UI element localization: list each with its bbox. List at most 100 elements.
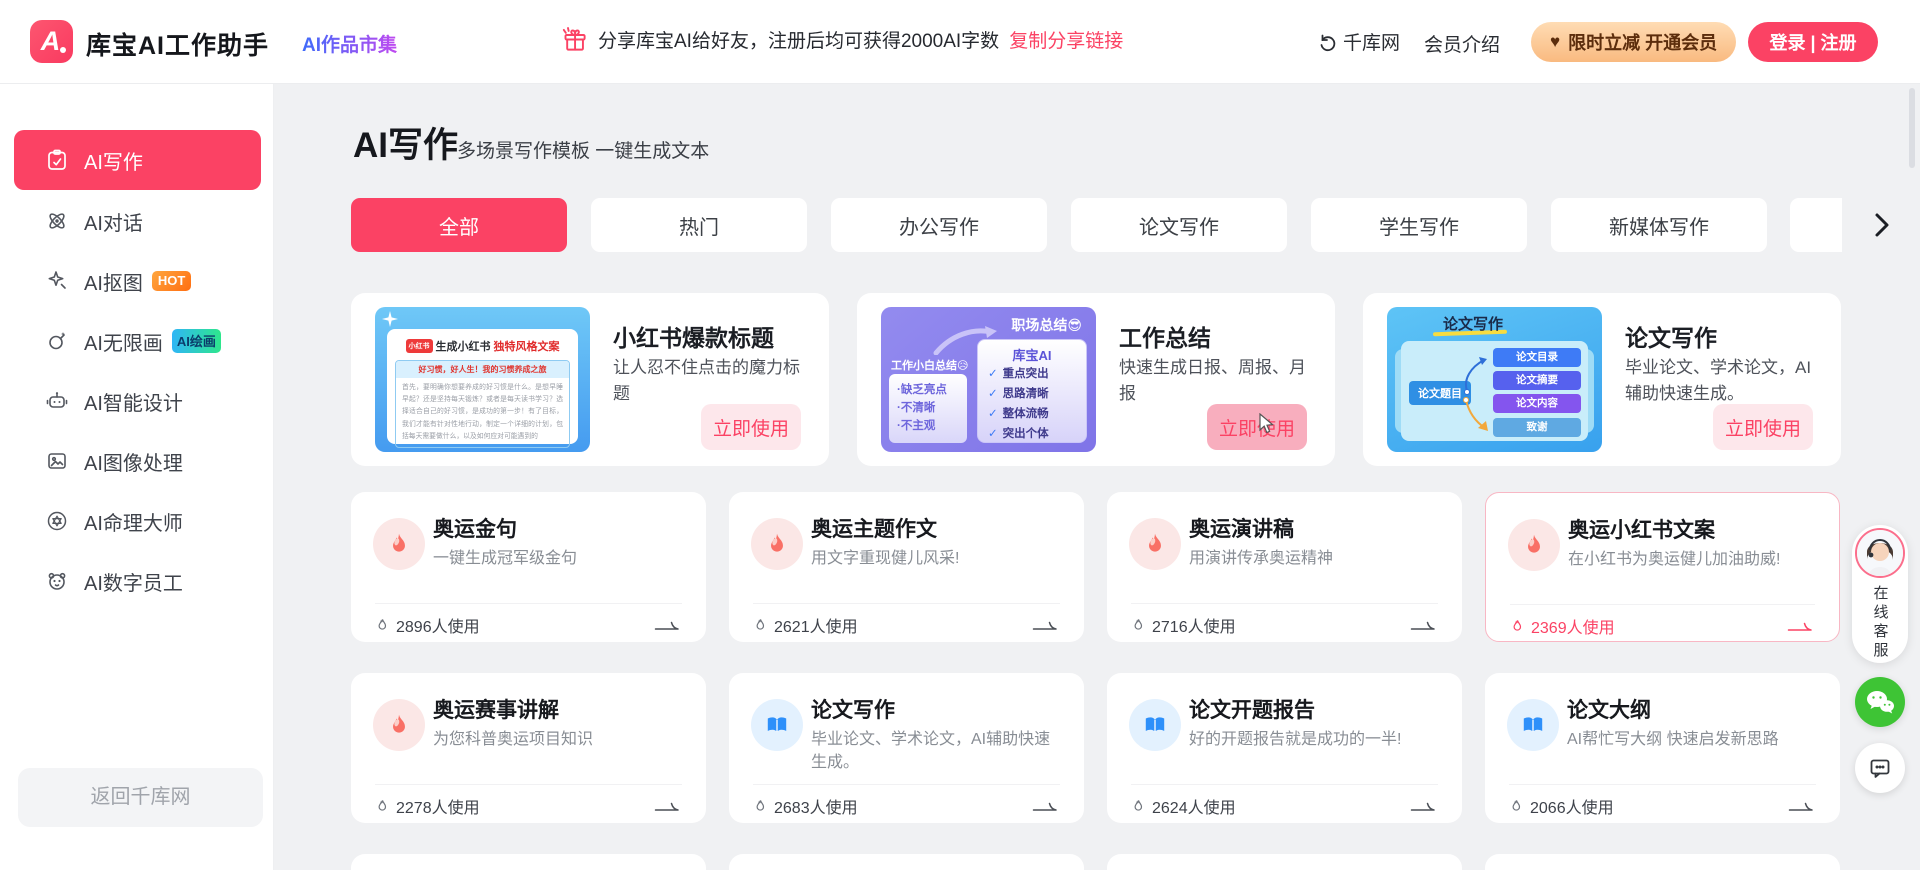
online-service-label: 在线客服 [1871,585,1889,661]
card-desc: 用文字重现健儿风采! [811,550,960,567]
sidebar-item-ai-image-processing[interactable]: AI图像处理 [14,431,261,491]
card-desc: 毕业论文、学术论文，AI辅助快速生成。 [811,731,1051,772]
magic-star-icon [45,269,69,293]
sidebar-item-ai-digital-employee[interactable]: AI数字员工 [14,551,261,611]
arrow-icon [1787,620,1815,633]
use-now-button[interactable]: 立即使用 [1713,404,1813,450]
thesis-node: 论文内容 [1493,394,1581,413]
usage-count: 2896人使用 [396,619,480,636]
card-desc: 为您科普奥运项目知识 [433,731,594,748]
featured-card-thesis-writing[interactable]: 论文写作 论文题目 论文目录 论文摘要 论文内容 致谢 论文写作 毕业论文、学术… [1363,293,1841,466]
mouse-cursor-icon [1258,413,1275,435]
sidebar-label: AI智能设计 [84,392,183,415]
blue-curve-arrow-icon [1461,353,1489,395]
template-card-olympic-xiaohongshu[interactable]: 奥运小红书文案 在小红书为奥运健儿加油助威! 2369人使用 [1485,492,1840,642]
promo-banner: 分享库宝AI给好友，注册后均可获得2000AI字数 复制分享链接 [561,26,1123,53]
scrollbar-thumb[interactable] [1909,88,1915,168]
thumb-heading: 生成小红书 [435,341,491,353]
feedback-message-button[interactable] [1855,743,1905,793]
sidebar-label: AI对话 [84,212,143,235]
usage-flame-icon [1131,618,1146,633]
template-card-partial[interactable] [351,854,706,870]
divider [1510,604,1815,605]
card-title: 论文开题报告 [1189,699,1315,722]
thumb-heading-accent: 独特风格文案 [493,341,560,353]
tab-all[interactable]: 全部 [351,198,567,252]
featured-desc: 让人忍不住点击的魔力标题 [613,358,800,404]
tabs-next-chevron-icon[interactable] [1872,212,1892,238]
template-card-partial[interactable] [729,854,1084,870]
featured-thumbnail: 小红书 生成小红书 独特风格文案 好习惯，好人生！我的习惯养成之旅 首先，要明确… [375,307,590,452]
arrow-icon [1410,800,1438,813]
book-icon [1129,699,1181,751]
thumb-inner-card: 小红书 生成小红书 独特风格文案 好习惯，好人生！我的习惯养成之旅 首先，要明确… [387,329,578,449]
arrow-icon [1788,800,1816,813]
gift-icon [561,26,588,53]
sidebar-label: AI图像处理 [84,452,183,475]
usage-count: 2278人使用 [396,800,480,817]
template-card-thesis-proposal[interactable]: 论文开题报告 好的开题报告就是成功的一半! 2624人使用 [1107,673,1462,823]
app-title: 库宝AI工作助手 [86,32,270,60]
template-card-olympic-essay[interactable]: 奥运主题作文 用文字重现健儿风采! 2621人使用 [729,492,1084,642]
divider [1131,603,1438,604]
template-card-olympic-commentary[interactable]: 奥运赛事讲解 为您科普奥运项目知识 2278人使用 [351,673,706,823]
tab-thesis[interactable]: 论文写作 [1071,198,1287,252]
app-logo[interactable]: A [30,20,73,63]
card-title: 奥运小红书文案 [1568,519,1715,542]
thumb-right-box: 库宝AI ✓ 重点突出 ✓ 思路清晰 ✓ 整体流畅 ✓ 突出个体 [977,339,1087,443]
featured-card-work-summary[interactable]: 职场总结😎 工作小白总结😥 ·缺乏亮点 ·不清晰 ·不主观 库宝AI ✓ 重点突出… [857,293,1335,466]
page-title: AI写作 [353,126,459,165]
tab-hot[interactable]: 热门 [591,198,807,252]
open-membership-button[interactable]: ♥ 限时立减 开通会员 [1531,22,1737,62]
sidebar-item-ai-writing[interactable]: AI写作 [14,130,261,190]
nav-qianku-site[interactable]: 千库网 [1318,28,1400,55]
sidebar-item-ai-fortune-master[interactable]: AI命理大师 [14,491,261,551]
back-to-qianku-button[interactable]: 返回千库网 [18,768,263,827]
featured-desc: 毕业论文、学术论文，AI 辅助快速生成。 [1625,358,1812,404]
use-now-button-hovered[interactable]: 立即使用 [1207,404,1307,450]
left-item: ·不清晰 [897,402,936,414]
login-register-button[interactable]: 登录 | 注册 [1748,22,1878,62]
sidebar-item-ai-smart-design[interactable]: AI智能设计 [14,371,261,431]
hot-badge: HOT [151,271,192,291]
tab-new-media[interactable]: 新媒体写作 [1551,198,1767,252]
usage-flame-icon [753,799,768,814]
template-card-partial[interactable] [1107,854,1462,870]
use-now-button[interactable]: 立即使用 [701,404,801,450]
sidebar-item-ai-unlimited-draw[interactable]: AI无限画 AI绘画 [14,311,261,371]
template-card-olympic-speech[interactable]: 奥运演讲稿 用演讲传承奥运精神 2716人使用 [1107,492,1462,642]
check-icon: ✓ [988,368,998,380]
usage-count: 2369人使用 [1531,620,1615,637]
card-title: 论文写作 [811,699,895,722]
template-card-partial[interactable] [1485,854,1840,870]
atom-icon [45,209,69,233]
featured-card-xiaohongshu-title[interactable]: 小红书 生成小红书 独特风格文案 好习惯，好人生！我的习惯养成之旅 首先，要明确… [351,293,829,466]
market-link[interactable]: AI作品市集 [302,30,397,57]
online-service-widget[interactable]: 在线客服 [1852,525,1908,663]
tab-student[interactable]: 学生写作 [1311,198,1527,252]
divider [753,603,1060,604]
template-card-thesis-writing[interactable]: 论文写作 毕业论文、学术论文，AI辅助快速生成。 2683人使用 [729,673,1084,823]
template-card-olympic-quotes[interactable]: 奥运金句 一键生成冠军级金句 2896人使用 [351,492,706,642]
sidebar-item-ai-cutout[interactable]: AI抠图 HOT [14,251,261,311]
card-title: 论文大纲 [1567,699,1651,722]
arrow-icon [1032,800,1060,813]
nav-qianku-label: 千库网 [1343,33,1401,54]
thumb-body-text: 首先，要明确你想要养成的好习惯是什么。是想早睡早起？还是坚持每天锻炼？或者是每天… [402,384,563,440]
featured-title: 工作总结 [1119,325,1211,351]
template-card-thesis-outline[interactable]: 论文大纲 AI帮忙写大纲 快速启发新思路 2066人使用 [1485,673,1840,823]
right-item: 思路清晰 [1002,388,1049,400]
wechat-button[interactable] [1855,677,1905,727]
card-desc: 用演讲传承奥运精神 [1189,550,1334,567]
sidebar: AI写作 AI对话 AI抠图 HOT AI无限画 AI绘画 AI智能设计 AI图… [0,84,274,870]
tab-partial[interactable] [1790,198,1842,252]
use-now-label: 立即使用 [1218,418,1295,440]
tab-office[interactable]: 办公写作 [831,198,1047,252]
nav-member-intro[interactable]: 会员介绍 [1424,30,1500,57]
card-desc: 一键生成冠军级金句 [433,550,578,567]
copy-share-link[interactable]: 复制分享链接 [1009,26,1123,53]
sidebar-item-ai-chat[interactable]: AI对话 [14,191,261,251]
divider [1131,784,1438,785]
flame-icon [373,518,425,570]
thesis-node: 论文目录 [1493,348,1581,367]
